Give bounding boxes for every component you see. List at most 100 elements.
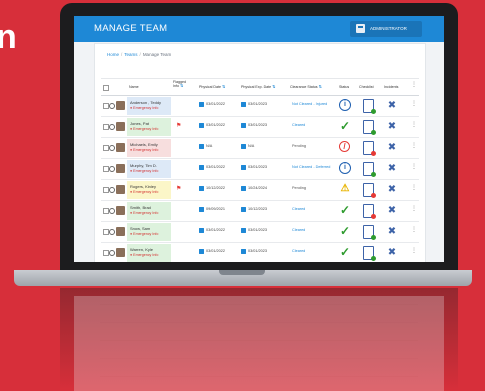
calendar-icon[interactable] (199, 102, 204, 107)
calendar-icon[interactable] (199, 123, 204, 128)
checklist-state-icon (371, 109, 376, 114)
emergency-info-link[interactable]: ● Emergency Info (130, 253, 158, 257)
physical-date: 09/09/2021 (206, 207, 226, 211)
incident-icon[interactable]: ✖ (387, 185, 397, 195)
clearance-status[interactable]: Cleared (292, 207, 305, 211)
row-menu-icon[interactable]: ⋮ (411, 121, 417, 128)
calendar-icon[interactable] (241, 123, 246, 128)
emergency-info-link[interactable]: ● Emergency Info (130, 127, 158, 131)
emergency-info-link[interactable]: ● Emergency Info (130, 211, 158, 215)
expand-icon[interactable] (109, 208, 115, 214)
player-name[interactable]: Murphy, Tim D. (130, 163, 157, 168)
calendar-icon[interactable] (241, 165, 246, 170)
col-name[interactable]: Name (129, 85, 139, 89)
player-name[interactable]: Warren, Kyle (130, 247, 153, 252)
row-menu-icon[interactable]: ⋮ (411, 247, 417, 254)
clipboard-icon[interactable] (363, 246, 376, 261)
menu-icon[interactable]: ⋮ (411, 82, 417, 88)
player-name[interactable]: Rogers, Kinley (130, 184, 156, 189)
table-row[interactable]: Snow, Sam ● Emergency Info 03/01/2022 03… (101, 222, 419, 243)
clipboard-icon[interactable] (363, 183, 376, 198)
col-flagged[interactable]: Flagged Info⇅ (173, 80, 193, 88)
emergency-info-link[interactable]: ● Emergency Info (130, 148, 158, 152)
player-name[interactable]: Smith, Brad (130, 205, 151, 210)
player-name[interactable]: Jones, Pat (130, 121, 149, 126)
clipboard-icon[interactable] (363, 141, 376, 156)
expand-icon[interactable] (109, 124, 115, 130)
incident-icon[interactable]: ✖ (387, 164, 397, 174)
expand-icon[interactable] (109, 187, 115, 193)
col-physical-date[interactable]: Physical Date⇅ (199, 85, 225, 90)
expand-icon[interactable] (109, 250, 115, 256)
col-physical-exp[interactable]: Physical Exp. Date⇅ (241, 85, 276, 90)
clipboard-icon[interactable] (363, 99, 376, 114)
physical-exp-date: 03/01/2023 (248, 123, 268, 127)
calendar-icon[interactable] (241, 144, 246, 149)
table-row[interactable]: Anderson , Teddy ● Emergency Info 03/01/… (101, 96, 419, 117)
clipboard-icon[interactable] (363, 120, 376, 135)
col-incidents: Incidents (384, 85, 399, 89)
breadcrumb-teams[interactable]: Teams (124, 52, 137, 57)
emergency-info-link[interactable]: ● Emergency Info (130, 190, 158, 194)
table-row[interactable]: Warren, Kyle ● Emergency Info 03/01/2022… (101, 243, 419, 262)
row-menu-icon[interactable]: ⋮ (411, 184, 417, 191)
breadcrumb-home[interactable]: Home (107, 52, 119, 57)
row-menu-icon[interactable]: ⋮ (411, 226, 417, 233)
reflection-row (100, 340, 418, 359)
clearance-status[interactable]: Not Cleared - Deferred (292, 165, 330, 169)
expand-icon[interactable] (109, 166, 115, 172)
emergency-info-link[interactable]: ● Emergency Info (130, 232, 158, 236)
incident-icon[interactable]: ✖ (387, 227, 397, 237)
clipboard-icon[interactable] (363, 162, 376, 177)
table-row[interactable]: Murphy, Tim D. ● Emergency Info 03/01/20… (101, 159, 419, 180)
emergency-info-link[interactable]: ● Emergency Info (130, 106, 158, 110)
row-menu-icon[interactable]: ⋮ (411, 205, 417, 212)
calendar-icon[interactable] (241, 249, 246, 254)
table-row[interactable]: Rogers, Kinley ● Emergency Info ⚑ 10/12/… (101, 180, 419, 201)
calendar-icon[interactable] (199, 165, 204, 170)
calendar-icon[interactable] (199, 228, 204, 233)
emergency-info-link[interactable]: ● Emergency Info (130, 169, 158, 173)
col-clearance[interactable]: Clearance Status⇅ (290, 84, 322, 90)
select-all-checkbox[interactable] (103, 85, 109, 91)
row-menu-icon[interactable]: ⋮ (411, 163, 417, 170)
incident-icon[interactable]: ✖ (387, 248, 397, 258)
row-menu-icon[interactable]: ⋮ (411, 100, 417, 107)
sort-icon: ⇅ (318, 84, 322, 89)
role-button[interactable]: ADMINISTRATOR (350, 21, 422, 37)
clearance-status[interactable]: Cleared (292, 249, 305, 253)
expand-icon[interactable] (109, 229, 115, 235)
incident-icon[interactable]: ✖ (387, 206, 397, 216)
table-row[interactable]: Smith, Brad ● Emergency Info 09/09/2021 … (101, 201, 419, 222)
expand-icon[interactable] (109, 103, 115, 109)
calendar-icon[interactable] (241, 228, 246, 233)
clearance-status[interactable]: Pending (292, 186, 306, 190)
checklist-state-icon (371, 130, 376, 135)
incident-icon[interactable]: ✖ (387, 101, 397, 111)
player-name[interactable]: Anderson , Teddy (130, 100, 161, 105)
calendar-icon[interactable] (199, 186, 204, 191)
clipboard-icon[interactable] (363, 225, 376, 240)
physical-date: 03/01/2022 (206, 165, 226, 169)
expand-icon[interactable] (109, 145, 115, 151)
breadcrumb-current: Manage Team (142, 52, 172, 57)
clipboard-icon[interactable] (363, 204, 376, 219)
calendar-icon[interactable] (241, 186, 246, 191)
calendar-icon[interactable] (199, 249, 204, 254)
player-name[interactable]: Michaels, Emily (130, 142, 158, 147)
calendar-icon[interactable] (199, 144, 204, 149)
row-menu-icon[interactable]: ⋮ (411, 142, 417, 149)
clearance-status[interactable]: Pending (292, 144, 306, 148)
calendar-icon[interactable] (241, 207, 246, 212)
incident-icon[interactable]: ✖ (387, 122, 397, 132)
player-name[interactable]: Snow, Sam (130, 226, 150, 231)
clearance-status[interactable]: Cleared (292, 228, 305, 232)
page-title: MANAGE TEAM (94, 23, 168, 34)
calendar-icon[interactable] (241, 102, 246, 107)
table-row[interactable]: Michaels, Emily ● Emergency Info N/A N/A… (101, 138, 419, 159)
clearance-status[interactable]: Not Cleared - Injured (292, 102, 327, 106)
calendar-icon[interactable] (199, 207, 204, 212)
clearance-status[interactable]: Cleared (292, 123, 305, 127)
incident-icon[interactable]: ✖ (387, 143, 397, 153)
table-row[interactable]: Jones, Pat ● Emergency Info ⚑ 03/01/2022… (101, 117, 419, 138)
